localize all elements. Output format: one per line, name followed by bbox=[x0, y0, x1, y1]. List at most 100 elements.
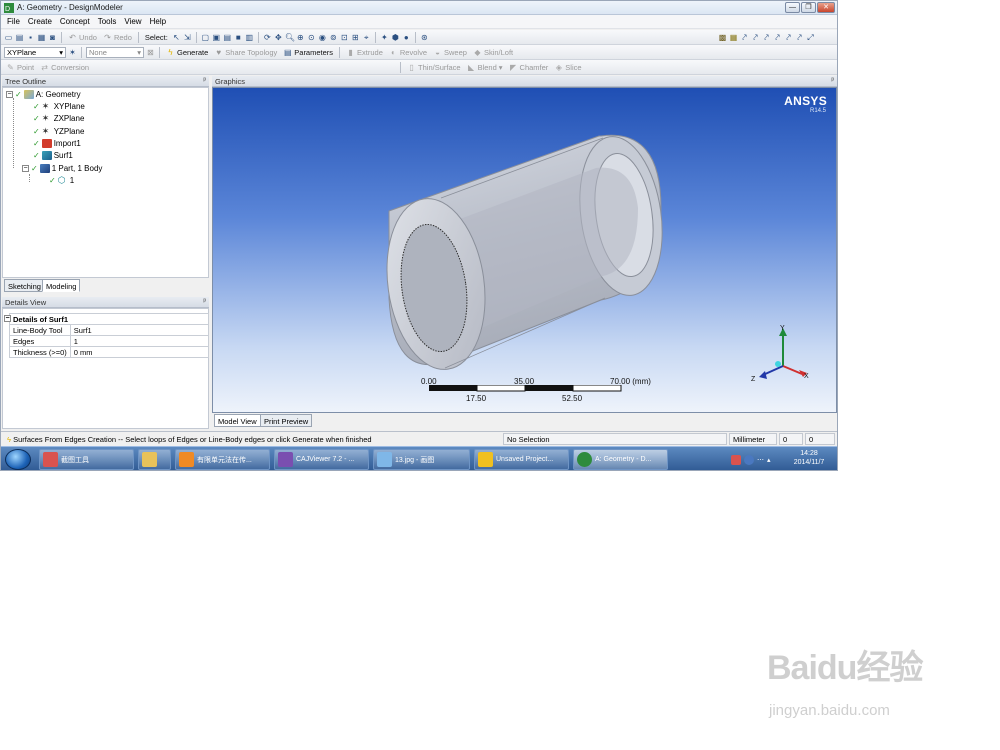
magnifier-icon[interactable]: ⊚ bbox=[329, 33, 338, 42]
detail-value[interactable]: Surf1 bbox=[69, 324, 210, 336]
select-mode-icon[interactable]: ↖ bbox=[172, 33, 181, 42]
skinloft-button[interactable]: ◆ Skin/Loft bbox=[471, 46, 515, 58]
tab-modeling[interactable]: Modeling bbox=[42, 279, 81, 292]
sketch-select[interactable]: None ▾ bbox=[86, 46, 144, 58]
share-topology-button[interactable]: ♥ Share Topology bbox=[212, 46, 279, 58]
blend-button[interactable]: ◣ Blend ▾ bbox=[465, 61, 505, 73]
display-point-icon[interactable]: ● bbox=[402, 33, 411, 42]
tree-node-yzplane[interactable]: ✓ ✶ YZPlane bbox=[33, 126, 84, 137]
pin-icon[interactable]: ᵖ bbox=[831, 77, 834, 84]
zoom-to-fit-icon[interactable]: ◉ bbox=[318, 33, 327, 42]
slice-button[interactable]: ◈ Slice bbox=[552, 61, 583, 73]
tree-node-geometry[interactable]: − ✓ A: Geometry bbox=[6, 89, 81, 100]
zoom-fit-icon[interactable]: ⊙ bbox=[307, 33, 316, 42]
help-icon[interactable] bbox=[744, 454, 754, 465]
pan-icon[interactable]: ✥ bbox=[274, 33, 283, 42]
taskbar-paint[interactable]: 13.jpg - 画图 bbox=[373, 449, 470, 470]
thin-surface-button[interactable]: ▯ Thin/Surface bbox=[405, 61, 463, 73]
taskbar-designmodeler[interactable]: A: Geometry - D... bbox=[573, 449, 668, 470]
select-edge-icon[interactable]: ▣ bbox=[212, 33, 221, 42]
taskbar-browser[interactable]: 有限单元法在传... bbox=[175, 449, 270, 470]
rotate-icon[interactable]: ⟳ bbox=[263, 33, 272, 42]
collapse-icon[interactable]: − bbox=[4, 315, 11, 322]
taskbar-workbench[interactable]: Unsaved Project... bbox=[474, 449, 569, 470]
tree-node-import1[interactable]: ✓ Import1 bbox=[33, 138, 81, 149]
tree-node-zxplane[interactable]: ✓ ✶ ZXPlane bbox=[33, 113, 84, 124]
ime-icon[interactable] bbox=[731, 454, 741, 465]
undo-button[interactable]: ↶ Undo bbox=[66, 31, 99, 43]
tree-node-body[interactable]: ✓ ⬡ 1 bbox=[49, 175, 74, 186]
zoom-box-icon[interactable]: ⊕ bbox=[296, 33, 305, 42]
selection-filter-6-icon[interactable]: ⤤ bbox=[795, 33, 804, 42]
screenshot-icon[interactable]: ◙ bbox=[48, 33, 57, 42]
color-options-icon[interactable]: ▦ bbox=[729, 33, 738, 42]
tab-sketching[interactable]: Sketching bbox=[4, 279, 45, 292]
select-filter-icon[interactable]: ⇲ bbox=[183, 33, 192, 42]
selection-filter-3-icon[interactable]: ⤤ bbox=[762, 33, 771, 42]
select-face-icon[interactable]: ▤ bbox=[223, 33, 232, 42]
point-button[interactable]: ✎ Point bbox=[4, 61, 36, 73]
tree-node-surf1[interactable]: ✓ Surf1 bbox=[33, 150, 73, 161]
conversion-button[interactable]: ⇄ Conversion bbox=[38, 61, 91, 73]
detail-value[interactable]: 0 mm bbox=[69, 346, 210, 358]
selection-filter-7-icon[interactable]: ⤢ bbox=[806, 33, 815, 42]
menu-file[interactable]: File bbox=[7, 17, 20, 26]
next-view-icon[interactable]: ⊞ bbox=[351, 33, 360, 42]
export-icon[interactable]: ▦ bbox=[37, 33, 46, 42]
plane-select[interactable]: XYPlane ▾ bbox=[4, 46, 66, 58]
open-icon[interactable]: ▤ bbox=[15, 33, 24, 42]
graphics-viewport[interactable]: ANSYS R14.5 0.00 35.00 70.00 (mm) 17.50 … bbox=[212, 87, 837, 413]
zoom-icon[interactable]: 🔍︎ bbox=[285, 33, 295, 42]
look-at-icon[interactable]: ⊛ bbox=[420, 33, 429, 42]
selection-filter-4-icon[interactable]: ⤤ bbox=[773, 33, 782, 42]
redo-button[interactable]: ↷ Redo bbox=[101, 31, 134, 43]
collapse-icon[interactable]: − bbox=[6, 91, 13, 98]
selection-filter-1-icon[interactable]: ⤤ bbox=[740, 33, 749, 42]
menu-tools[interactable]: Tools bbox=[98, 17, 117, 26]
menu-view[interactable]: View bbox=[124, 17, 141, 26]
pin-icon[interactable]: ᵖ bbox=[203, 77, 206, 84]
select-point-icon[interactable]: ▢ bbox=[201, 33, 210, 42]
taskbar-cajviewer[interactable]: CAJViewer 7.2 - ... bbox=[274, 449, 369, 470]
tab-model-view[interactable]: Model View bbox=[214, 414, 261, 427]
table-row[interactable]: Edges 1 bbox=[9, 335, 210, 347]
save-icon[interactable]: ▪ bbox=[26, 33, 35, 42]
generate-button[interactable]: ϟ Generate bbox=[164, 46, 210, 58]
chamfer-button[interactable]: ◤ Chamfer bbox=[507, 61, 551, 73]
isometric-view-icon[interactable]: ⌖ bbox=[362, 33, 371, 42]
menu-help[interactable]: Help bbox=[150, 17, 166, 26]
new-sketch-icon[interactable]: ⊠ bbox=[146, 48, 155, 57]
table-row[interactable]: Thickness (>=0) 0 mm bbox=[9, 346, 210, 358]
menu-concept[interactable]: Concept bbox=[60, 17, 90, 26]
volume-icon[interactable]: ▴ bbox=[767, 456, 771, 464]
close-button[interactable]: ✕ bbox=[817, 2, 835, 13]
selection-filter-5-icon[interactable]: ⤤ bbox=[784, 33, 793, 42]
select-extend-icon[interactable]: ▥ bbox=[245, 33, 254, 42]
display-plane-icon[interactable]: ✦ bbox=[380, 33, 389, 42]
new-plane-icon[interactable]: ✶ bbox=[68, 48, 77, 57]
select-body-icon[interactable]: ■ bbox=[234, 33, 243, 42]
graphics-options-icon[interactable]: ▩ bbox=[718, 33, 727, 42]
table-row[interactable]: Line-Body Tool Surf1 bbox=[9, 324, 210, 336]
tree-node-xyplane[interactable]: ✓ ✶ XYPlane bbox=[33, 101, 85, 112]
pin-icon[interactable]: ᵖ bbox=[203, 298, 206, 305]
collapse-icon[interactable]: − bbox=[22, 165, 29, 172]
model-render[interactable] bbox=[213, 88, 837, 413]
new-icon[interactable]: ▭ bbox=[4, 33, 13, 42]
network-icon[interactable]: ⋯ bbox=[757, 456, 764, 464]
clock[interactable]: 14:28 2014/11/7 bbox=[787, 449, 831, 467]
start-button[interactable] bbox=[5, 449, 31, 470]
extrude-button[interactable]: ▮ Extrude bbox=[344, 46, 385, 58]
detail-value[interactable]: 1 bbox=[69, 335, 210, 347]
parameters-button[interactable]: ▤ Parameters bbox=[281, 46, 335, 58]
sweep-button[interactable]: ◒ Sweep bbox=[431, 46, 469, 58]
minimize-button[interactable]: — bbox=[785, 2, 800, 13]
menu-create[interactable]: Create bbox=[28, 17, 52, 26]
tab-print-preview[interactable]: Print Preview bbox=[260, 414, 313, 427]
selection-filter-2-icon[interactable]: ⤤ bbox=[751, 33, 760, 42]
taskbar-snipping-tool[interactable]: 截图工具 bbox=[39, 449, 134, 470]
units-status[interactable]: Millimeter bbox=[729, 433, 777, 445]
previous-view-icon[interactable]: ⊡ bbox=[340, 33, 349, 42]
tree-node-part[interactable]: − ✓ 1 Part, 1 Body bbox=[22, 163, 102, 174]
revolve-button[interactable]: ◐ Revolve bbox=[387, 46, 429, 58]
